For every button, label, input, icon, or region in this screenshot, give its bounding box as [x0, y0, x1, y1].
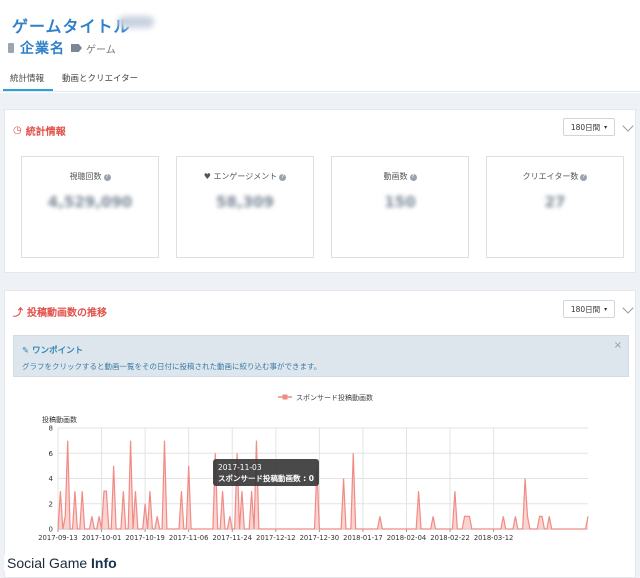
x-tick-label: 2017-12-30 [300, 534, 340, 542]
x-tick-label: 2017-12-12 [256, 534, 296, 542]
tooltip-value: スポンサード投稿動画数 : 0 [218, 473, 314, 483]
y-tick-label: 0 [49, 526, 53, 534]
series-line [57, 440, 589, 530]
y-tick-label: 8 [49, 425, 53, 433]
x-tick-label: 2017-09-13 [38, 534, 78, 542]
legend-label: スポンサード投稿動画数 [296, 393, 373, 402]
y-axis-label: 投稿動画数 [42, 415, 77, 424]
x-tick-label: 2018-03-12 [474, 534, 514, 542]
x-tick-label: 2017-11-24 [212, 534, 252, 542]
watermark: Social Game Info [4, 555, 120, 571]
chart-y-axis: 0 2 4 6 8 [49, 425, 54, 534]
x-tick-label: 2017-10-01 [82, 534, 122, 542]
tooltip-date: 2017-11-03 [218, 463, 262, 472]
x-tick-label: 2018-01-17 [343, 534, 383, 542]
legend-marker [282, 394, 288, 400]
chart-tooltip: 2017-11-03 スポンサード投稿動画数 : 0 [213, 459, 319, 486]
y-tick-label: 6 [49, 450, 54, 458]
x-tick-label: 2017-11-06 [169, 534, 209, 542]
trend-chart[interactable]: 02468 2017-09-13 2017-10-01 2017-10-19 2017… [0, 0, 640, 578]
chart-legend: スポンサード投稿動画数 [278, 393, 373, 402]
x-tick-label: 2018-02-04 [387, 534, 427, 542]
chart-x-axis: 2017-09-13 2017-10-01 2017-10-19 2017-11-06… [38, 528, 588, 542]
x-tick-label: 2017-10-19 [125, 534, 165, 542]
y-tick-label: 2 [49, 500, 53, 508]
x-tick-label: 2018-02-22 [430, 534, 470, 542]
y-tick-label: 4 [49, 475, 54, 483]
chart-grid [57, 427, 588, 530]
